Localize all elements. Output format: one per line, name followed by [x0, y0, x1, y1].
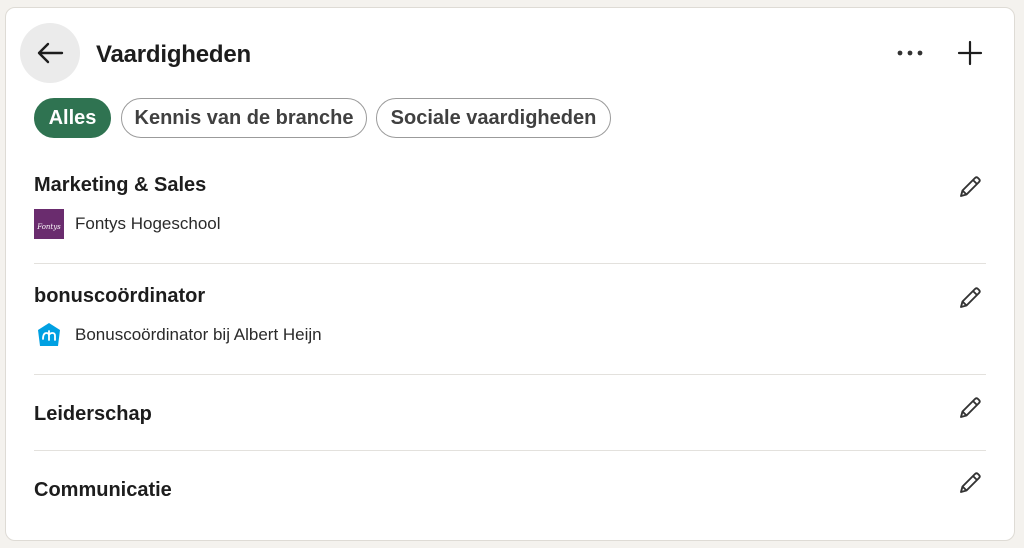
- filter-pill-industry-knowledge[interactable]: Kennis van de branche: [121, 98, 367, 138]
- filter-pill-label: Alles: [48, 106, 97, 129]
- pencil-icon: [960, 397, 981, 418]
- skill-source-label: Fontys Hogeschool: [75, 214, 221, 233]
- filter-pill-label: Sociale vaardigheden: [390, 106, 597, 129]
- filter-pill-all[interactable]: Alles: [34, 98, 111, 138]
- arrow-left-icon: [37, 42, 64, 64]
- divider: [34, 450, 986, 451]
- more-options-button[interactable]: [890, 38, 930, 68]
- skill-source: Fontys Fontys Hogeschool: [34, 209, 221, 239]
- pencil-icon: [960, 287, 981, 308]
- edit-skill-button[interactable]: [954, 171, 986, 203]
- skill-item: Leiderschap: [34, 392, 986, 442]
- filter-pill-social-skills[interactable]: Sociale vaardigheden: [376, 98, 611, 138]
- add-skill-button[interactable]: [950, 35, 990, 71]
- skills-card: Vaardigheden Alles Kennis van de branche…: [5, 7, 1015, 541]
- skill-name: Communicatie: [34, 479, 172, 501]
- pencil-icon: [960, 472, 981, 493]
- skill-item: Marketing & Sales Fontys Fontys Hogescho…: [34, 171, 986, 251]
- skill-name: Marketing & Sales: [34, 174, 207, 196]
- filter-pill-label: Kennis van de branche: [134, 106, 354, 129]
- page-title: Vaardigheden: [96, 41, 251, 68]
- edit-skill-button[interactable]: [954, 467, 986, 499]
- ellipsis-icon: [897, 50, 923, 56]
- skill-name: Leiderschap: [34, 403, 152, 425]
- plus-icon: [957, 40, 983, 66]
- divider: [34, 263, 986, 264]
- edit-skill-button[interactable]: [954, 282, 986, 314]
- skill-name: bonuscoördinator: [34, 285, 206, 307]
- fontys-logo: Fontys: [34, 209, 64, 239]
- back-button[interactable]: [20, 23, 80, 83]
- pencil-icon: [960, 176, 981, 197]
- skill-item: Communicatie: [34, 467, 986, 517]
- skill-source-label: Bonuscoördinator bij Albert Heijn: [75, 325, 322, 344]
- albert-heijn-logo: [34, 320, 64, 350]
- skill-source: Bonuscoördinator bij Albert Heijn: [34, 320, 322, 350]
- skill-item: bonuscoördinator Bonuscoördinator bij Al…: [34, 282, 986, 362]
- divider: [34, 374, 986, 375]
- edit-skill-button[interactable]: [954, 392, 986, 424]
